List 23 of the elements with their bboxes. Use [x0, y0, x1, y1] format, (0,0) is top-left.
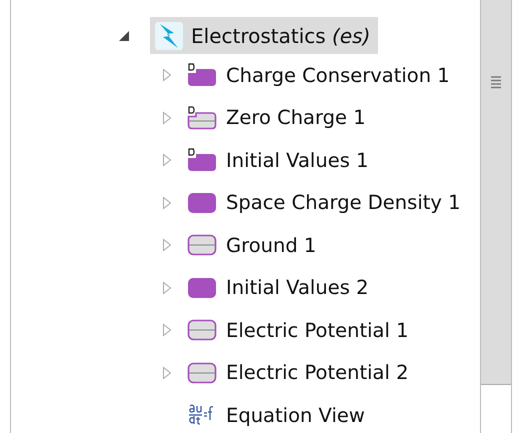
expand-arrow-icon[interactable] — [162, 68, 172, 82]
tree-item[interactable]: Equation View — [117, 394, 480, 433]
expand-arrow-icon[interactable] — [162, 280, 172, 295]
tree-item[interactable]: Initial Values 2 — [117, 266, 480, 309]
expand-arrow-icon[interactable] — [162, 110, 172, 125]
collapse-arrow-icon[interactable] — [117, 28, 131, 42]
tree-item[interactable]: Initial Values 1 — [117, 139, 480, 182]
expand-arrow-icon[interactable] — [162, 366, 172, 380]
tree-item[interactable]: Electric Potential 1 — [117, 309, 480, 352]
expand-arrow-icon[interactable] — [162, 153, 172, 168]
scrollbar-thumb[interactable] — [481, 0, 511, 385]
tree-item[interactable]: Zero Charge 1 — [117, 96, 480, 139]
expand-arrow-icon[interactable] — [162, 323, 172, 338]
lightning-bolt-icon — [154, 20, 184, 50]
tree-node[interactable]: Electrostatics (es) — [150, 17, 378, 54]
tree-item[interactable]: Ground 1 — [117, 224, 480, 266]
tree-item[interactable]: Electric Potential 2 — [117, 352, 480, 394]
grip-icon — [491, 75, 501, 89]
scrollbar[interactable] — [480, 0, 512, 433]
tree-item[interactable]: Space Charge Density 1 — [117, 182, 480, 224]
expand-arrow-icon[interactable] — [162, 196, 172, 210]
tree-item[interactable]: Charge Conservation 1 — [117, 54, 480, 96]
expand-arrow-icon[interactable] — [162, 238, 172, 252]
